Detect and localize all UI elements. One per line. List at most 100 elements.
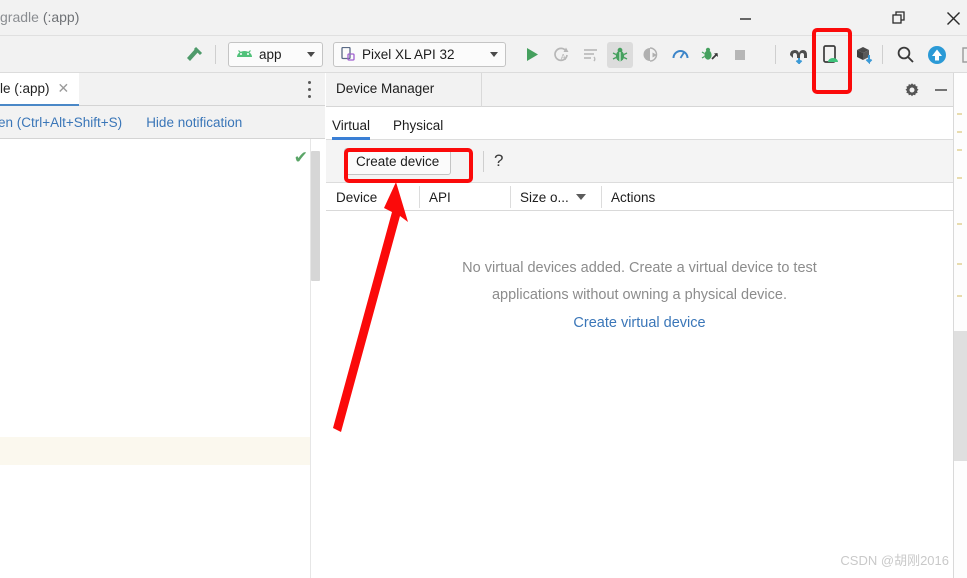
- device-manager-minimize-button[interactable]: [932, 81, 950, 99]
- device-manager-icon: [823, 45, 838, 63]
- device-icon: [341, 47, 355, 61]
- app-window: gradle (:app) app Pixel XL API 32 A le (…: [0, 0, 967, 578]
- check-icon: ✔: [293, 148, 308, 167]
- dot: [307, 95, 311, 98]
- column-header-api-label: API: [429, 189, 451, 205]
- column-header-size-label: Size o...: [520, 189, 569, 205]
- stop-icon: [735, 49, 745, 60]
- device-target-selector[interactable]: Pixel XL API 32: [333, 36, 506, 73]
- create-device-button[interactable]: Create device: [344, 148, 452, 175]
- create-virtual-device-link[interactable]: Create virtual device: [326, 315, 953, 331]
- chevron-down-icon: [307, 52, 315, 57]
- stop-button[interactable]: [727, 36, 753, 73]
- column-header-device[interactable]: Device: [326, 183, 419, 211]
- update-button[interactable]: [924, 36, 950, 73]
- hide-notification-link[interactable]: Hide notification: [146, 115, 242, 130]
- run-configuration-selector[interactable]: app: [228, 36, 323, 73]
- coverage-icon: [701, 47, 718, 60]
- window-title-prefix: gradle: [0, 9, 39, 25]
- editor-tab-gradle-app[interactable]: le (:app) ✕: [0, 73, 80, 106]
- search-icon: [897, 46, 914, 63]
- header-divider: [481, 73, 482, 107]
- more-toolbar-button[interactable]: [956, 36, 967, 73]
- editor-scrollbar-thumb[interactable]: [311, 151, 320, 281]
- package-download-icon: [856, 47, 872, 64]
- tab-virtual[interactable]: Virtual: [332, 112, 371, 140]
- tab-physical[interactable]: Physical: [393, 112, 443, 139]
- svg-text:A: A: [561, 53, 567, 62]
- editor-minimap-strip[interactable]: [953, 73, 967, 578]
- editor-tab-bar: le (:app) ✕: [0, 73, 325, 106]
- column-header-api[interactable]: API: [419, 183, 510, 211]
- chevron-down-icon: [575, 194, 586, 200]
- device-table-header: Device API Size o... Actions: [326, 183, 953, 211]
- run-config-label: app: [259, 47, 282, 62]
- hammer-icon: [187, 46, 203, 61]
- notification-shortcut-link[interactable]: en (Ctrl+Alt+Shift+S): [0, 115, 122, 130]
- minimize-icon: [935, 89, 947, 91]
- close-icon: [946, 11, 960, 25]
- play-icon: [526, 48, 538, 61]
- device-manager-tabs: Virtual Physical: [326, 107, 953, 140]
- search-everywhere-button[interactable]: [892, 36, 918, 73]
- minimize-icon: [739, 17, 751, 20]
- debug-button[interactable]: [607, 36, 633, 73]
- sdk-manager-button[interactable]: [785, 36, 811, 73]
- dot: [307, 88, 311, 91]
- apply-code-changes-button[interactable]: [578, 36, 604, 73]
- code-changes-icon: [584, 48, 597, 61]
- profiler-button[interactable]: [667, 36, 693, 73]
- watermark-text: CSDN @胡刚2016: [840, 553, 949, 568]
- close-window-button[interactable]: [930, 0, 967, 36]
- run-with-coverage-button[interactable]: [697, 36, 723, 73]
- build-button[interactable]: [181, 36, 205, 73]
- sdk-manager-icon: [790, 49, 807, 64]
- close-icon[interactable]: ✕: [58, 80, 70, 97]
- empty-state-line-1: No virtual devices added. Create a virtu…: [462, 260, 817, 276]
- gear-icon: [905, 83, 919, 97]
- device-target-label: Pixel XL API 32: [362, 47, 455, 62]
- attach-debugger-button[interactable]: [637, 36, 663, 73]
- restore-icon: [891, 10, 905, 24]
- editor-highlighted-line: [0, 437, 310, 465]
- title-bar: gradle (:app): [0, 0, 967, 36]
- column-header-device-label: Device: [336, 189, 378, 205]
- notification-bar: en (Ctrl+Alt+Shift+S) Hide notification: [0, 106, 325, 139]
- arrow-up-circle-icon: [928, 45, 946, 64]
- apply-changes-button[interactable]: A: [548, 36, 574, 73]
- device-table-empty-state: No virtual devices added. Create a virtu…: [326, 211, 953, 578]
- help-button[interactable]: ?: [494, 151, 503, 171]
- main-toolbar: app Pixel XL API 32 A: [0, 36, 967, 73]
- tab-virtual-label: Virtual: [332, 118, 371, 133]
- create-device-label: Create device: [356, 154, 440, 169]
- tab-physical-label: Physical: [393, 118, 444, 133]
- column-header-size[interactable]: Size o...: [510, 183, 601, 211]
- editor-tab-label: le (:app): [0, 81, 50, 96]
- attach-debugger-icon: [643, 46, 658, 62]
- column-header-actions-label: Actions: [611, 189, 656, 205]
- chevron-down-icon: [490, 52, 498, 57]
- partial-icon: [962, 46, 967, 63]
- restore-window-button[interactable]: [876, 0, 922, 36]
- device-manager-action-bar: Create device ?: [326, 140, 953, 183]
- editor-body: ✔ mytest": [0, 139, 325, 578]
- minimize-window-button[interactable]: [722, 0, 768, 36]
- device-manager-header: Device Manager: [326, 73, 953, 107]
- editor-options-button[interactable]: [301, 81, 317, 98]
- window-title: gradle (:app): [0, 9, 79, 25]
- editor-scroll-track[interactable]: [310, 139, 325, 578]
- device-manager-title: Device Manager: [336, 81, 435, 96]
- android-icon: [237, 49, 252, 57]
- editor-pane: le (:app) ✕ en (Ctrl+Alt+Shift+S) Hide n…: [0, 73, 325, 578]
- minimap-viewport-thumb[interactable]: [954, 331, 967, 461]
- window-title-module: (:app): [42, 9, 80, 25]
- dot: [307, 81, 311, 84]
- avd-download-button[interactable]: [850, 36, 876, 73]
- device-manager-panel: Device Manager Virtual Physical Create d…: [326, 73, 953, 578]
- run-button[interactable]: [518, 36, 544, 73]
- device-manager-settings-button[interactable]: [903, 81, 921, 99]
- profiler-icon: [672, 50, 688, 59]
- column-header-actions[interactable]: Actions: [601, 183, 953, 211]
- device-manager-button[interactable]: [818, 36, 844, 73]
- bug-icon: [612, 47, 628, 61]
